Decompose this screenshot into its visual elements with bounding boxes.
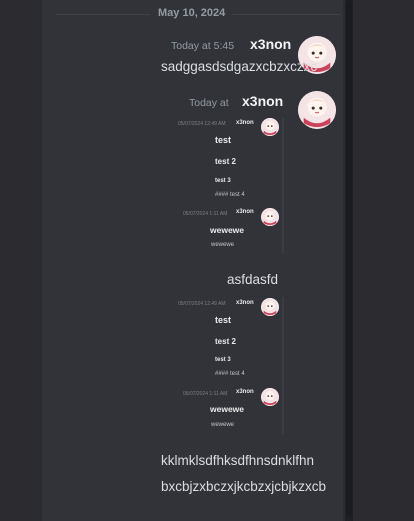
embed-username: x3non [236, 300, 254, 306]
embed-username: x3non [236, 120, 254, 126]
message-timestamp: Today at 5:45 [171, 40, 235, 52]
avatar-image-icon [261, 388, 279, 406]
embed-divider [282, 118, 284, 253]
message-username[interactable]: x3non [250, 36, 291, 52]
embed-text: wewewe [211, 242, 235, 248]
embed-text: #### test 4 [215, 192, 245, 198]
avatar-image-icon [298, 91, 336, 129]
embed-avatar [261, 208, 279, 226]
avatar-image-icon [261, 298, 279, 316]
message-text: asfdasfd [227, 272, 279, 287]
message-timestamp: Today at [189, 97, 229, 109]
embed-username: x3non [236, 209, 254, 215]
embed-avatar [261, 298, 279, 316]
avatar-image-icon [261, 208, 279, 226]
message-text: sadggasdsdgazxcbzxczxc [161, 59, 318, 74]
embed-heading-2: test 2 [215, 337, 236, 346]
message-text: kklmklsdfhksdfhnsdnklfhn [161, 453, 315, 468]
right-gutter [343, 0, 414, 521]
embed-text: wewewe [211, 422, 235, 428]
scrollbar-thumb[interactable] [346, 0, 352, 517]
message-username[interactable]: x3non [242, 93, 283, 109]
embed-bold-text: wewewe [210, 404, 245, 414]
message-text: bxcbjzxbczxjkcbzxjcbjkzxcb [161, 479, 327, 494]
embed-username: x3non [236, 389, 254, 395]
embed-timestamp: 05/07/2024 1:11 AM [183, 391, 228, 397]
embed-timestamp: 05/07/2024 1:11 AM [183, 211, 228, 217]
embed-heading-3: test 3 [215, 357, 231, 363]
chat-panel [42, 0, 343, 521]
embed-divider [282, 297, 284, 435]
avatar-image-icon [261, 118, 279, 136]
embed-heading-1: test [215, 315, 232, 325]
embed-text: #### test 4 [215, 371, 245, 377]
embed-heading-2: test 2 [215, 157, 236, 166]
embed-heading-1: test [215, 135, 232, 145]
embed-heading-3: test 3 [215, 178, 231, 184]
embed-bold-text: wewewe [210, 225, 245, 235]
embed-avatar [261, 388, 279, 406]
embed-avatar [261, 118, 279, 136]
user-avatar[interactable] [298, 91, 336, 129]
date-divider-label: May 10, 2024 [150, 7, 234, 19]
embed-timestamp: 05/07/2024 12:49 AM [178, 121, 226, 127]
embed-timestamp: 05/07/2024 12:49 AM [178, 301, 226, 307]
